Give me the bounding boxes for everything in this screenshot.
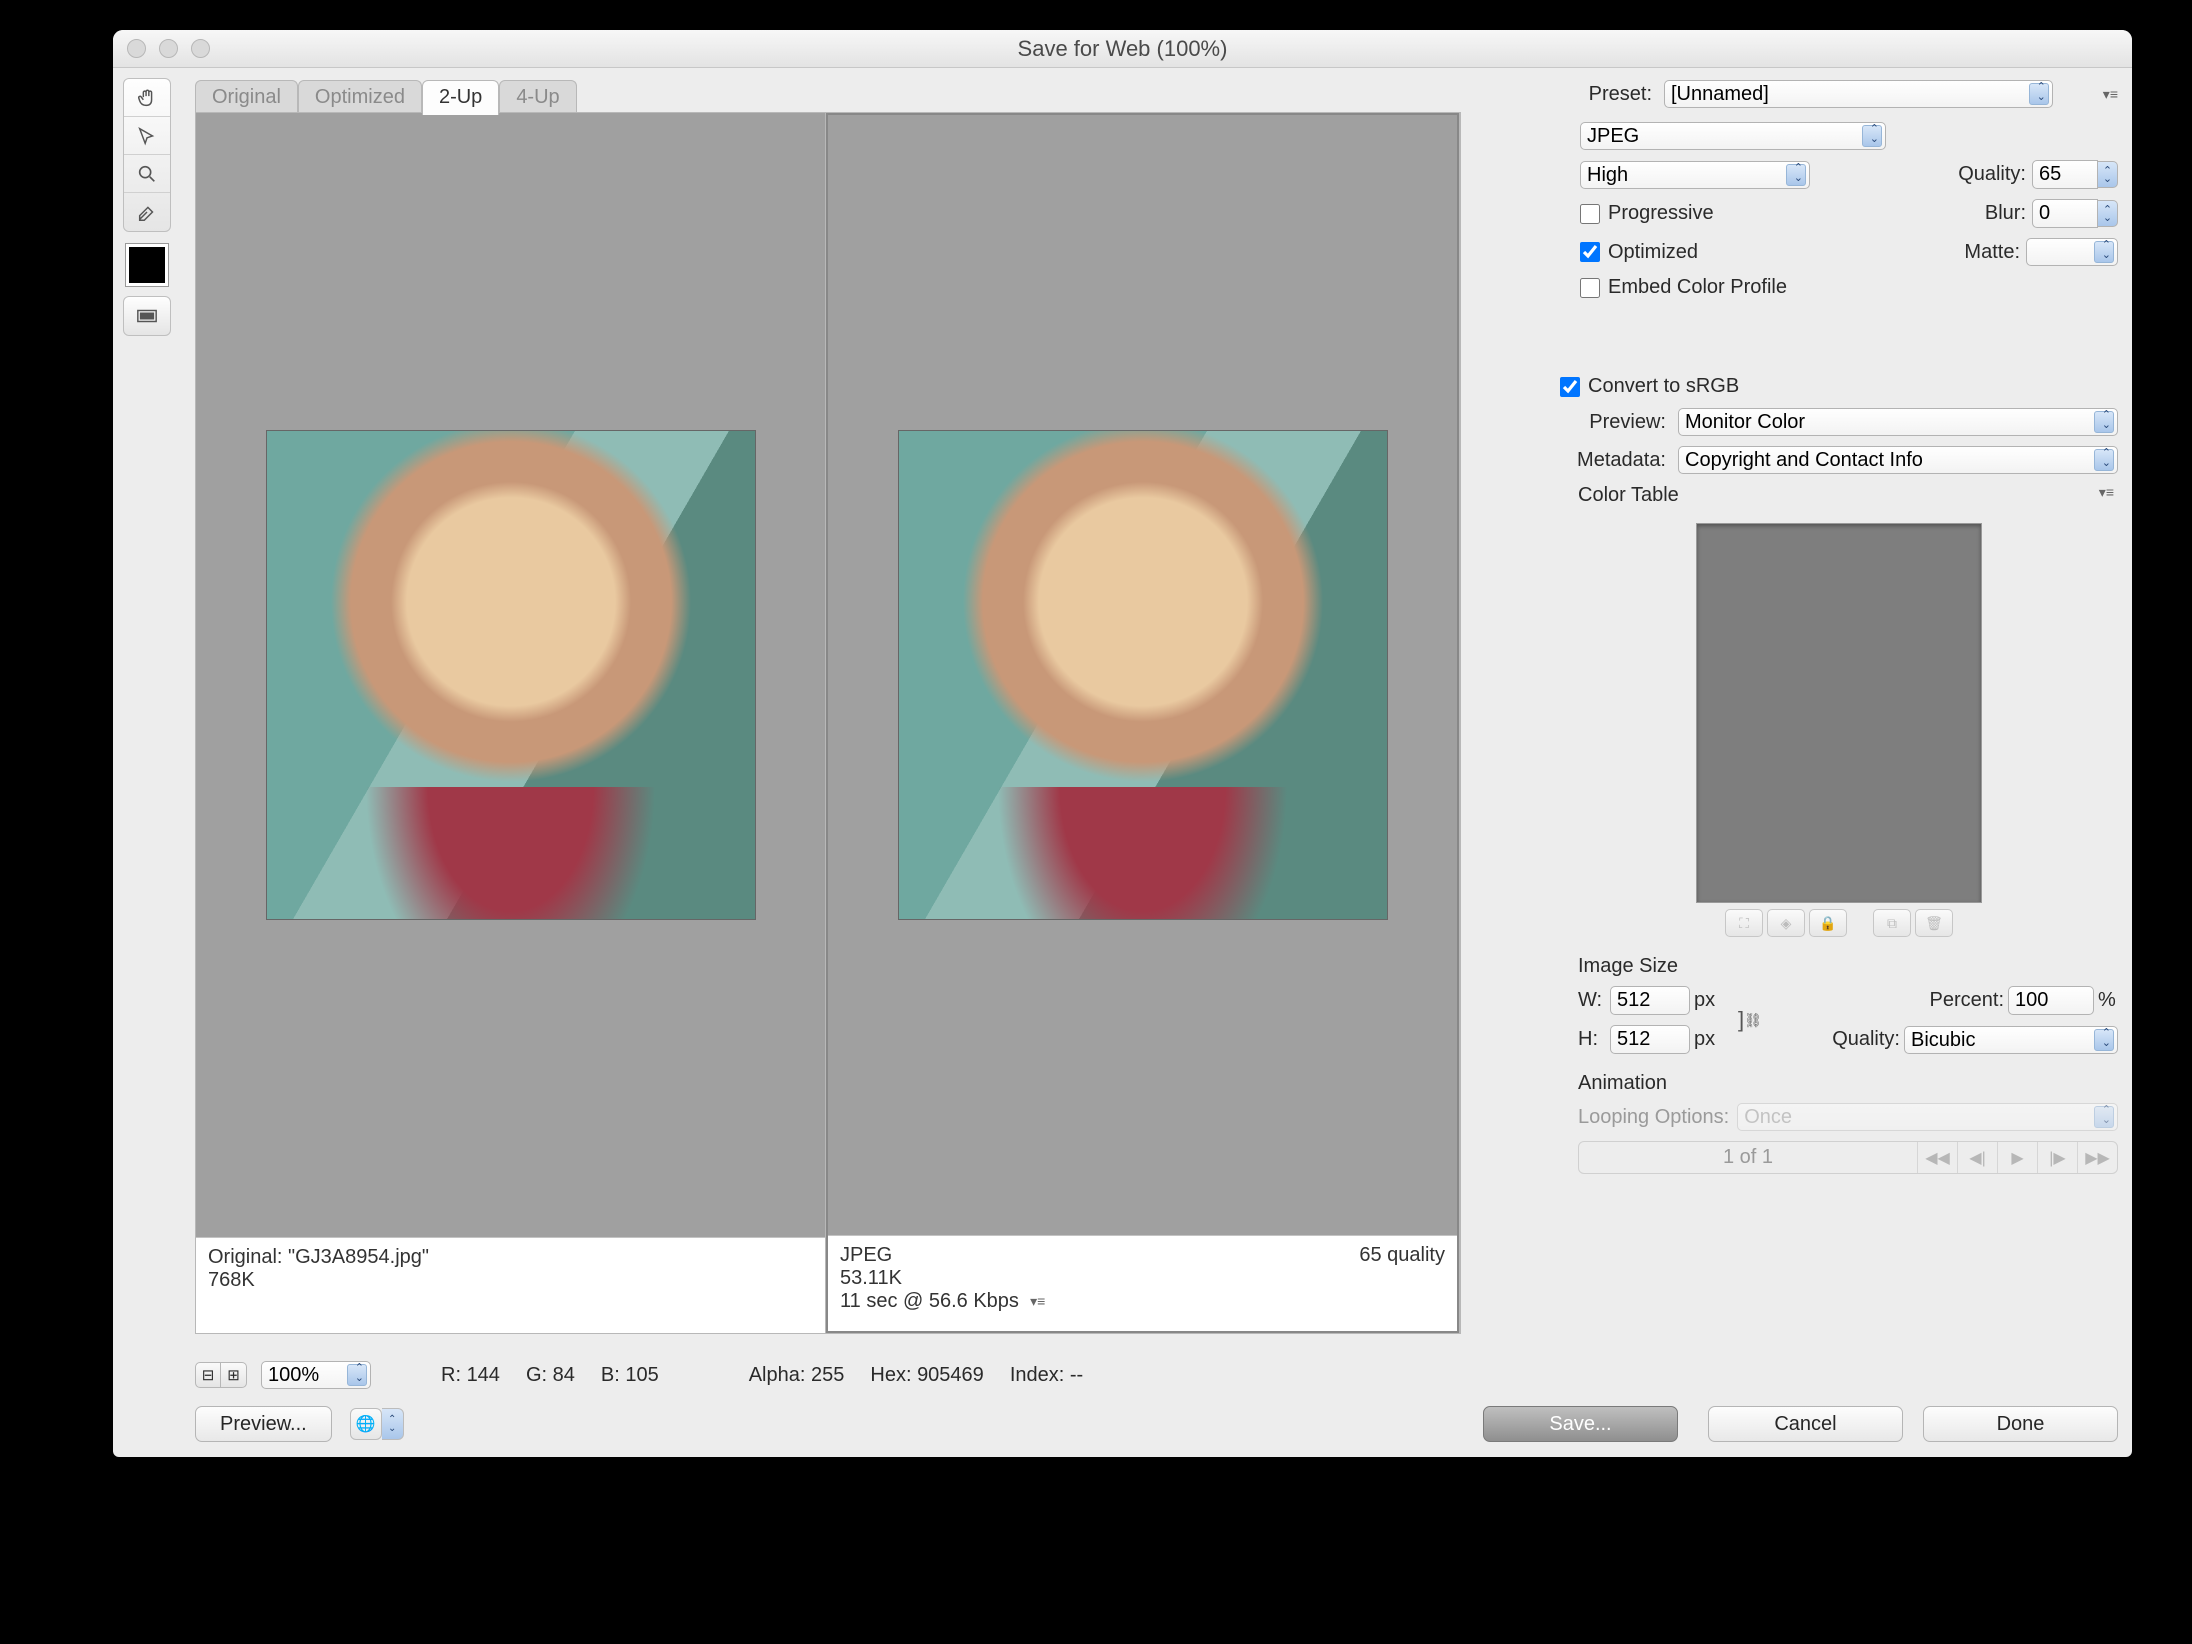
readout-hex: 905469	[917, 1364, 984, 1387]
convert-srgb-checkbox[interactable]	[1560, 377, 1580, 397]
readout-g: 84	[553, 1364, 575, 1387]
pager-prev-icon: ◀|	[1957, 1142, 1997, 1173]
image-canvas-optimized[interactable]	[828, 115, 1457, 1235]
preview-label: Preview:	[1560, 411, 1670, 434]
titlebar: Save for Web (100%)	[113, 30, 2132, 68]
ct-snap-icon[interactable]: ⛶	[1725, 909, 1763, 937]
browser-preview-icon[interactable]: 🌐	[350, 1408, 382, 1440]
preview-area: Original: "GJ3A8954.jpg" 768K JPEG 65 qu…	[195, 112, 1461, 1334]
tab-original[interactable]: Original	[195, 80, 298, 115]
animation-label: Animation	[1578, 1072, 2118, 1095]
cancel-button[interactable]: Cancel	[1708, 1406, 1903, 1442]
blur-label: Blur:	[1985, 202, 2026, 225]
height-label: H:	[1578, 1028, 1606, 1051]
pane-info-optimized: JPEG 65 quality 53.11K 11 sec @ 56.6 Kbp…	[828, 1235, 1457, 1331]
looping-label: Looping Options:	[1578, 1106, 1729, 1129]
minimize-window-button[interactable]	[159, 39, 178, 58]
blur-stepper[interactable]: ⌃⌄	[2098, 200, 2118, 227]
readout-alpha: 255	[811, 1364, 844, 1387]
view-tabs: Original Optimized 2-Up 4-Up	[195, 80, 577, 115]
browser-preview-menu[interactable]: ⌃⌄	[382, 1408, 404, 1440]
resample-quality-select[interactable]: Bicubic	[1904, 1026, 2118, 1054]
optimized-checkbox[interactable]	[1580, 242, 1600, 262]
window-title: Save for Web (100%)	[1018, 36, 1228, 62]
progressive-checkbox[interactable]	[1580, 204, 1600, 224]
percent-label: Percent:	[1904, 989, 2004, 1012]
pane-info-original: Original: "GJ3A8954.jpg" 768K	[196, 1237, 825, 1333]
done-button[interactable]: Done	[1923, 1406, 2118, 1442]
link-dimensions-icon[interactable]: ]⛓	[1738, 1007, 1768, 1033]
preset-flyout-icon[interactable]: ▾≡	[2103, 86, 2118, 103]
preview-button[interactable]: Preview...	[195, 1406, 332, 1442]
matte-select[interactable]	[2026, 238, 2118, 266]
ct-shift-icon[interactable]: ◈	[1767, 909, 1805, 937]
readout-index: --	[1070, 1364, 1083, 1387]
quality-preset-select[interactable]: High	[1580, 161, 1810, 189]
close-window-button[interactable]	[127, 39, 146, 58]
color-table-flyout-icon[interactable]: ▾≡	[2099, 484, 2114, 515]
format-select[interactable]: JPEG	[1580, 122, 1886, 150]
metadata-label: Metadata:	[1560, 449, 1670, 472]
preview-pane-original[interactable]: Original: "GJ3A8954.jpg" 768K	[196, 113, 826, 1333]
preview-menu-icon[interactable]: ▾≡	[1030, 1293, 1045, 1310]
tab-4-up[interactable]: 4-Up	[499, 80, 576, 115]
tab-2-up[interactable]: 2-Up	[422, 80, 499, 115]
ct-new-icon[interactable]: ⧉	[1873, 909, 1911, 937]
tool-strip	[123, 78, 171, 348]
image-size-label: Image Size	[1578, 955, 2118, 978]
dialog-buttons: Preview... 🌐 ⌃⌄ Save... Cancel Done	[195, 1403, 2118, 1445]
animation-pager: 1 of 1 ◀◀ ◀| ▶ |▶ ▶▶	[1578, 1141, 2118, 1174]
quality-stepper[interactable]: ⌃⌄	[2098, 161, 2118, 188]
width-input[interactable]	[1610, 986, 1690, 1015]
zoom-select[interactable]: 100%	[261, 1361, 371, 1389]
matte-label: Matte:	[1964, 241, 2020, 264]
pager-play-icon: ▶	[1997, 1142, 2037, 1173]
settings-panel: Preset: [Unnamed] ▾≡ JPEG High Quality: …	[1560, 80, 2118, 1347]
color-table-well	[1696, 523, 1982, 903]
pager-next-icon: |▶	[2037, 1142, 2077, 1173]
preset-label: Preset:	[1560, 83, 1656, 106]
image-canvas-original[interactable]	[196, 113, 825, 1237]
readout-r: 144	[467, 1364, 500, 1387]
resample-quality-label: Quality:	[1772, 1028, 1900, 1051]
readout-b: 105	[625, 1364, 658, 1387]
tab-optimized[interactable]: Optimized	[298, 80, 422, 115]
eyedropper-color-swatch[interactable]	[126, 244, 168, 286]
zoom-tool[interactable]	[124, 155, 170, 193]
width-label: W:	[1578, 989, 1606, 1012]
preset-select[interactable]: [Unnamed]	[1664, 80, 2053, 108]
embed-color-profile-checkbox[interactable]	[1580, 278, 1600, 298]
metadata-select[interactable]: Copyright and Contact Info	[1678, 446, 2118, 474]
quality-input[interactable]	[2032, 160, 2098, 189]
preview-select[interactable]: Monitor Color	[1678, 408, 2118, 436]
ct-trash-icon[interactable]: 🗑	[1915, 909, 1953, 937]
preview-pane-optimized[interactable]: JPEG 65 quality 53.11K 11 sec @ 56.6 Kbp…	[826, 113, 1459, 1333]
color-table-label: Color Table	[1578, 484, 1679, 507]
save-for-web-dialog: Save for Web (100%) Original Optimized 2…	[113, 30, 2132, 1457]
height-input[interactable]	[1610, 1025, 1690, 1054]
hand-tool[interactable]	[124, 79, 170, 117]
status-bar: ⊟ ⊞ 100% R: 144 G: 84 B: 105 Alpha: 255 …	[195, 1357, 2118, 1393]
ct-lock-icon[interactable]: 🔒	[1809, 909, 1847, 937]
quality-label: Quality:	[1958, 163, 2026, 186]
percent-input[interactable]	[2008, 986, 2094, 1015]
looping-select: Once	[1737, 1103, 2118, 1131]
save-button[interactable]: Save...	[1483, 1406, 1678, 1442]
pager-first-icon: ◀◀	[1917, 1142, 1957, 1173]
pager-last-icon: ▶▶	[2077, 1142, 2117, 1173]
zoom-in-button[interactable]: ⊞	[221, 1362, 247, 1388]
toggle-slices-visibility[interactable]	[124, 297, 170, 335]
slice-select-tool[interactable]	[124, 117, 170, 155]
blur-input[interactable]	[2032, 199, 2098, 228]
zoom-out-button[interactable]: ⊟	[195, 1362, 221, 1388]
eyedropper-tool[interactable]	[124, 193, 170, 231]
animation-page: 1 of 1	[1579, 1144, 1917, 1171]
zoom-window-button[interactable]	[191, 39, 210, 58]
